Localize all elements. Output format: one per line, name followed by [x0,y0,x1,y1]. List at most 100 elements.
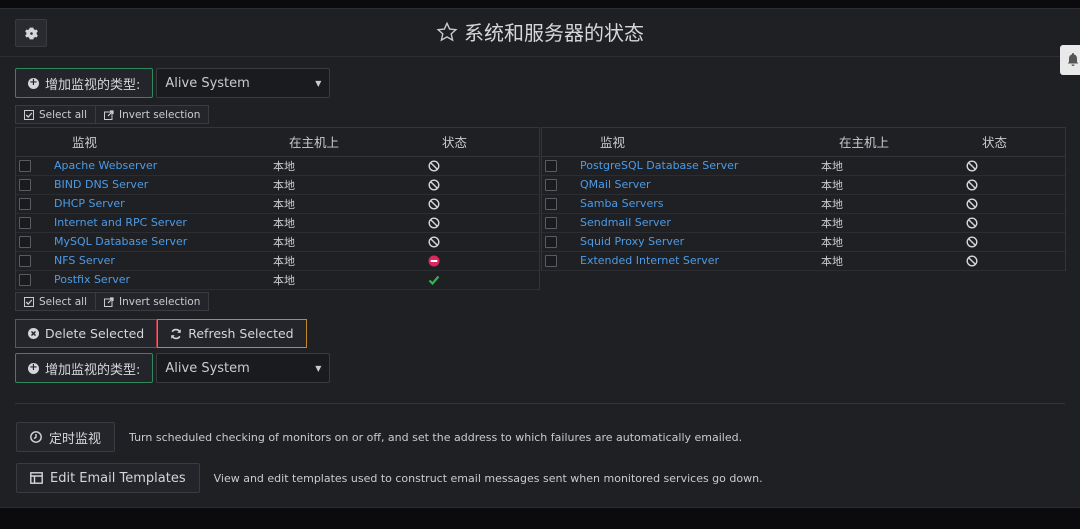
monitor-link[interactable]: BIND DNS Server [54,178,148,191]
host-cell: 本地 [273,251,428,271]
row-checkbox[interactable] [19,255,31,267]
row-checkbox[interactable] [545,179,557,191]
row-checkbox[interactable] [545,217,557,229]
monitor-link[interactable]: MySQL Database Server [54,235,187,248]
row-checkbox[interactable] [19,160,31,172]
left-monitor-table: 监视 在主机上 状态 Apache Webserver 本地 BIND DNS Se… [16,128,539,290]
monitor-link[interactable]: DHCP Server [54,197,125,210]
col-monitor: 监视 [54,128,273,157]
table-row: BIND DNS Server 本地 [16,175,539,195]
host-cell: 本地 [821,156,966,176]
select-all-label: Select all [39,108,87,121]
monitor-link[interactable]: Samba Servers [580,197,663,210]
host-cell: 本地 [821,232,966,252]
row-checkbox[interactable] [19,274,31,286]
monitor-type-value: Alive System [165,75,250,91]
row-checkbox[interactable] [545,255,557,267]
status-disabled-icon [428,236,440,248]
add-monitor-row-bottom: + 增加监视的类型: Alive System ▼ [15,353,331,383]
checkbox-icon [24,296,34,307]
row-checkbox[interactable] [545,160,557,172]
notifications-tab[interactable] [1060,45,1080,75]
email-description: View and edit templates used to construc… [213,471,763,485]
status-disabled-icon [428,179,440,191]
monitor-type-select[interactable]: Alive System ▼ [156,68,331,98]
monitor-link[interactable]: Internet and RPC Server [54,216,187,229]
table-row: Apache Webserver 本地 [16,156,539,176]
monitor-link[interactable]: Extended Internet Server [580,254,719,267]
scheduled-description: Turn scheduled checking of monitors on o… [129,430,743,444]
status-disabled-icon [966,160,978,172]
col-host: 在主机上 [821,128,966,157]
bell-icon [1067,53,1079,66]
status-disabled-icon [428,217,440,229]
table-row: Samba Servers 本地 [542,194,1065,214]
table-row: Squid Proxy Server 本地 [542,232,1065,252]
table-row: PostgreSQL Database Server 本地 [542,156,1065,176]
scheduled-row: 定时监视 Turn scheduled checking of monitors… [16,422,742,452]
invert-selection-button[interactable]: Invert selection [96,105,210,124]
edit-email-templates-button[interactable]: Edit Email Templates [16,463,200,493]
refresh-selected-button[interactable]: Refresh Selected [157,319,307,348]
invert-selection-button[interactable]: Invert selection [96,292,210,311]
refresh-selected-label: Refresh Selected [188,326,294,341]
row-checkbox[interactable] [545,236,557,248]
scheduled-monitoring-label: 定时监视 [49,431,102,447]
add-monitor-button[interactable]: + 增加监视的类型: [15,353,154,383]
invert-selection-label: Invert selection [119,108,201,121]
chevron-down-icon: ▼ [315,78,322,88]
page-title: 系统和服务器的状态 [0,17,1080,46]
row-checkbox[interactable] [19,236,31,248]
monitor-link[interactable]: QMail Server [580,178,651,191]
host-cell: 本地 [821,175,966,195]
host-cell: 本地 [273,270,428,290]
scheduled-monitoring-button[interactable]: 定时监视 [16,422,116,452]
table-row: Sendmail Server 本地 [542,213,1065,233]
host-cell: 本地 [821,213,966,233]
monitor-link[interactable]: NFS Server [54,254,115,267]
delete-selected-button[interactable]: Delete Selected [15,319,158,348]
host-cell: 本地 [273,194,428,214]
status-disabled-icon [966,217,978,229]
table-row: Internet and RPC Server 本地 [16,213,539,233]
row-checkbox[interactable] [19,198,31,210]
status-disabled-icon [428,198,440,210]
select-all-button[interactable]: Select all [15,105,96,124]
status-disabled-icon [966,236,978,248]
row-checkbox[interactable] [19,217,31,229]
status-down-icon [428,255,440,267]
chevron-down-icon: ▼ [315,363,322,373]
table-row: Postfix Server 本地 [16,270,539,290]
select-all-button[interactable]: Select all [15,292,96,311]
table-row: NFS Server 本地 [16,251,539,271]
monitor-type-select[interactable]: Alive System ▼ [156,353,331,383]
add-monitor-button[interactable]: + 增加监视的类型: [15,68,154,98]
table-row: QMail Server 本地 [542,175,1065,195]
table-row: MySQL Database Server 本地 [16,232,539,252]
email-row: Edit Email Templates View and edit templ… [16,463,763,493]
delete-selected-label: Delete Selected [45,326,145,341]
star-icon[interactable] [436,21,458,43]
refresh-icon [171,328,182,339]
monitor-link[interactable]: Postfix Server [54,273,130,286]
clock-icon [30,431,42,443]
table-row: Extended Internet Server 本地 [542,251,1065,271]
row-checkbox[interactable] [19,179,31,191]
checkbox-icon [24,109,34,120]
status-disabled-icon [966,198,978,210]
page-title-text: 系统和服务器的状态 [464,21,644,45]
monitor-link[interactable]: Squid Proxy Server [580,235,684,248]
monitor-link[interactable]: Apache Webserver [54,159,157,172]
external-link-icon [104,296,114,307]
selection-row-bottom: Select all Invert selection [15,292,210,311]
host-cell: 本地 [273,156,428,176]
add-monitor-row-top: + 增加监视的类型: Alive System ▼ [15,68,331,98]
status-disabled-icon [428,160,440,172]
row-checkbox[interactable] [545,198,557,210]
selection-row-top: Select all Invert selection [15,105,210,124]
monitor-link[interactable]: Sendmail Server [580,216,671,229]
host-cell: 本地 [273,175,428,195]
template-icon [30,472,43,484]
add-monitor-label: 增加监视的类型: [45,362,141,378]
monitor-link[interactable]: PostgreSQL Database Server [580,159,738,172]
